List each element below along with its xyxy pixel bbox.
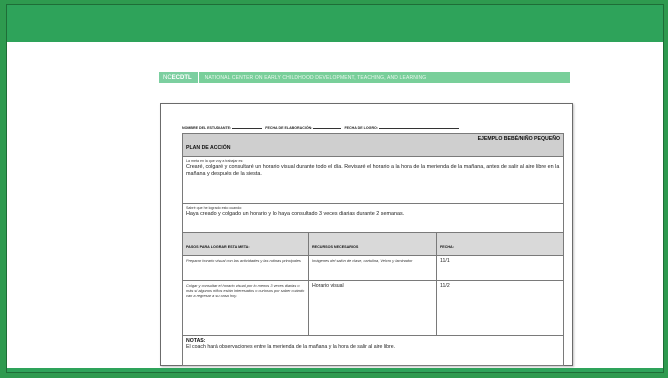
resources-cell: Imágenes del salón de clase, cartulina, …	[308, 255, 437, 281]
created-date-label: FECHA DE ELABORACIÓN:	[265, 126, 313, 130]
table-row: Colgar y consultar el horario visual por…	[182, 280, 565, 336]
plan-title: PLAN DE ACCIÓN	[186, 145, 231, 151]
plan-header: PLAN DE ACCIÓN EJEMPLO BEBÉ/NIÑO PEQUEÑO	[181, 133, 565, 157]
table-row: Preparar horario visual con las activida…	[182, 255, 565, 281]
org-name: NATIONAL CENTER ON EARLY CHILDHOOD DEVEL…	[204, 74, 427, 81]
date-header-label: FECHA:	[440, 245, 454, 249]
date-column-header: FECHA:	[435, 232, 565, 256]
bottom-green-band	[7, 368, 663, 372]
success-text: Haya creado y colgado un horario y lo ha…	[186, 211, 405, 217]
step-text: Preparar horario visual con las activida…	[186, 258, 301, 263]
steps-header-label: PASOS PARA LOGRAR ESTA META:	[186, 245, 250, 249]
student-name-label: NOMBRE DEL ESTUDIANTE:	[182, 126, 232, 130]
student-name-blank	[232, 124, 263, 129]
top-green-band	[7, 5, 663, 42]
created-date-blank	[313, 124, 342, 129]
success-label: Sabré que he logrado esto cuando:	[186, 206, 243, 210]
resources-column-header: RECURSOS NECESARIOS	[308, 232, 437, 256]
steps-column-header: PASOS PARA LOGRAR ESTA META:	[182, 232, 309, 256]
goal-label: La meta en la que voy a trabajar es:	[186, 159, 244, 163]
goal-text: Crearé, colgaré y consultaré un horario …	[186, 164, 560, 177]
resources-header-label: RECURSOS NECESARIOS	[312, 245, 359, 249]
form-meta-line: NOMBRE DEL ESTUDIANTE: FECHA DE ELABORAC…	[182, 124, 563, 133]
step-text: Colgar y consultar el horario visual por…	[186, 283, 305, 298]
step-cell: Colgar y consultar el horario visual por…	[182, 280, 309, 336]
step-cell: Preparar horario visual con las activida…	[182, 255, 309, 281]
notes-text: El coach hará observaciones entre la mer…	[186, 344, 396, 350]
achieved-date-label: FECHA DE LOGRO:	[344, 126, 379, 130]
achieved-date-blank	[379, 124, 460, 129]
logo-prefix: NC	[163, 74, 172, 81]
resources-text: Horario visual	[312, 283, 344, 289]
date-text: 11/1	[440, 258, 450, 264]
plan-example: EJEMPLO BEBÉ/NIÑO PEQUEÑO	[477, 136, 561, 142]
success-cell: Sabré que he logrado esto cuando: Haya c…	[181, 203, 565, 233]
logo-bold: ECDTL	[171, 74, 192, 81]
slide-frame: NC ECDTL NATIONAL CENTER ON EARLY CHILDHO…	[6, 4, 664, 373]
resources-cell: Horario visual	[308, 280, 437, 336]
date-text: 11/2	[440, 283, 450, 289]
action-plan-table: PLAN DE ACCIÓN EJEMPLO BEBÉ/NIÑO PEQUEÑO…	[181, 133, 565, 366]
notes-cell: NOTAS: El coach hará observaciones entre…	[181, 335, 565, 366]
date-cell: 11/1	[435, 255, 565, 281]
brand-logo: NC ECDTL	[159, 72, 199, 83]
date-cell: 11/2	[435, 280, 565, 336]
action-plan-document: NOMBRE DEL ESTUDIANTE: FECHA DE ELABORAC…	[160, 103, 573, 366]
resources-text: Imágenes del salón de clase, cartulina, …	[312, 258, 413, 263]
goal-cell: La meta en la que voy a trabajar es: Cre…	[181, 156, 565, 204]
brand-banner: NC ECDTL NATIONAL CENTER ON EARLY CHILDHO…	[159, 72, 570, 83]
